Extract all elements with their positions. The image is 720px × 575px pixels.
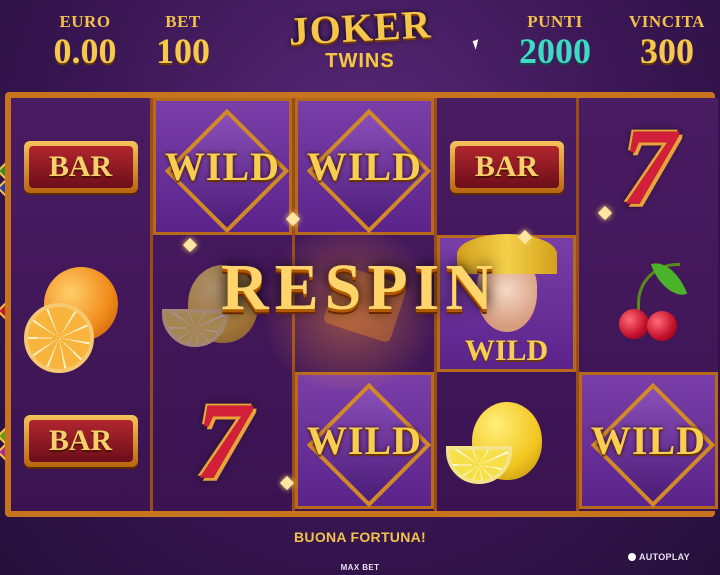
max-bet-button[interactable]: MAX BET [0,563,720,572]
bet-display[interactable]: BET 100 [148,12,218,70]
seven-symbol: 7 [195,379,250,502]
reel-cell: BAR [11,98,150,235]
orange-icon [23,266,118,373]
euro-balance: EURO 0.00 [40,12,130,70]
reel-cell: BAR [437,98,576,235]
points-value: 2000 [519,31,591,71]
wild-symbol: WILD [305,389,425,493]
reel-cell: WILD [579,372,718,509]
reel-cell: WILD [295,98,434,235]
bet-label: BET [165,12,201,31]
bar-symbol: BAR [449,140,564,193]
points-display: PUNTI 2000 [505,12,605,70]
autoplay-label[interactable]: AUTOPLAY [639,552,690,562]
bar-symbol: BAR [23,140,138,193]
euro-value: 0.00 [53,31,117,71]
win-value: 300 [640,31,694,71]
bet-value[interactable]: 100 [148,32,218,70]
win-display: VINCITA 300 [622,12,712,70]
wild-symbol: WILD [305,115,425,219]
status-message: BUONA FORTUNA! [294,529,426,545]
points-label: PUNTI [527,12,583,31]
logo-title: JOKER [287,1,433,54]
reel-5: 7 WILD [579,98,718,511]
reel-cell [437,372,576,509]
wild-symbol: WILD [163,115,283,219]
reel-1: BAR BAR [11,98,153,511]
top-hud: EURO 0.00 BET 100 JOKER TWINS PUNTI 2000… [0,0,720,88]
bar-symbol: BAR [23,414,138,467]
autoplay-button[interactable]: AUTOPLAY [628,552,690,562]
mouse-cursor-icon [472,39,482,50]
euro-label: EURO [59,12,111,31]
autoplay-icon [628,553,636,561]
logo-subtitle: TWINS [325,50,395,72]
lemon-icon [445,401,542,484]
reel-cell: 7 [153,372,292,509]
cherry-icon [609,255,689,349]
reel-cell [11,235,150,373]
game-logo: JOKER TWINS [270,1,450,84]
wild-symbol: WILD [589,389,709,493]
seven-symbol: 7 [621,105,676,228]
reel-cell: BAR [11,372,150,509]
reel-cell: WILD [295,372,434,509]
respin-banner: RESPIN [220,251,500,324]
reel-cell [579,235,718,372]
win-label: VINCITA [629,12,705,31]
reel-cell: WILD [153,98,292,235]
joker-wild-label: WILD [464,334,549,367]
